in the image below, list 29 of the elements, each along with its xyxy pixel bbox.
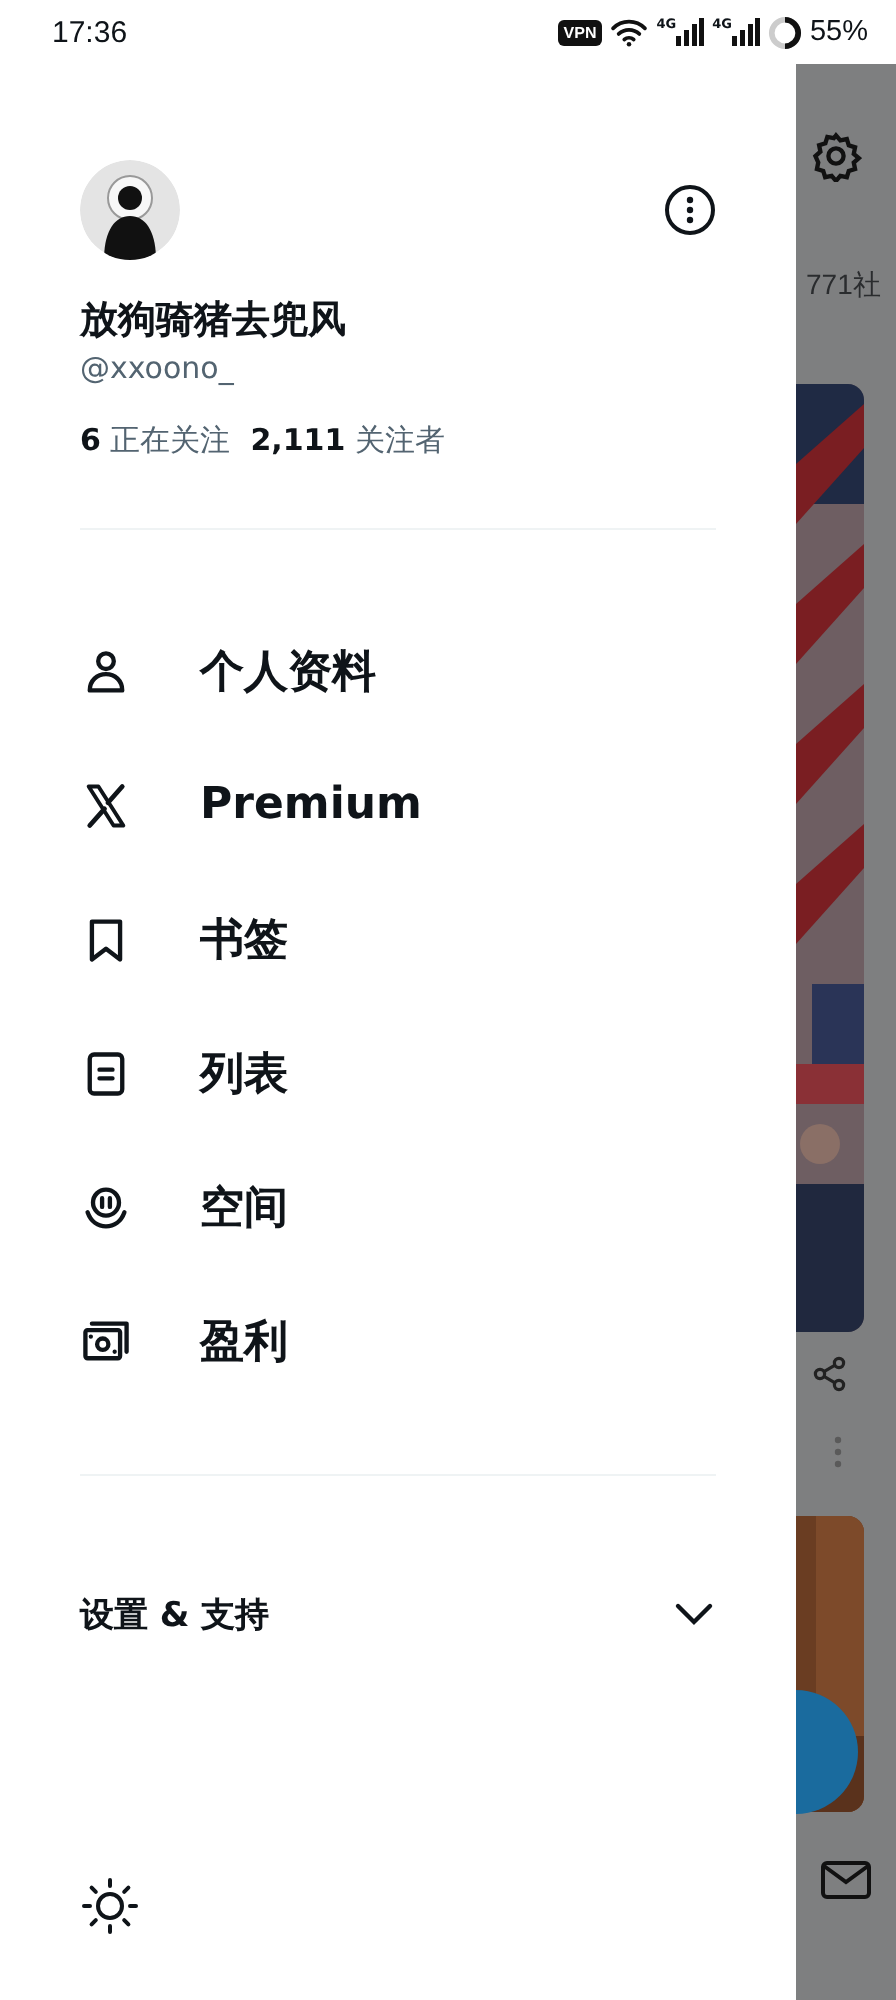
share-icon [812, 1356, 848, 1392]
clock-time: 17:36 [52, 15, 128, 49]
more-icon [834, 1436, 842, 1468]
settings-support-toggle[interactable]: 设置 & 支持 [80, 1591, 270, 1637]
settings-icon [810, 130, 862, 182]
followers-link[interactable]: 2,111 关注者 [250, 422, 445, 460]
battery-percent: 55% [809, 16, 868, 48]
chevron-down-icon[interactable] [672, 1600, 716, 1628]
menu-item[interactable]: 盈利 [200, 1311, 288, 1371]
battery-ring-icon [767, 15, 802, 49]
mail-icon [820, 1860, 872, 1900]
more-options-icon[interactable] [664, 184, 716, 236]
signal-icon [676, 18, 705, 46]
avatar[interactable] [80, 160, 180, 260]
vpn-indicator: VPN [557, 19, 603, 45]
compose-button [796, 1688, 860, 1816]
user-handle: @xxoono_ [80, 350, 236, 386]
display-name: 放狗骑猪去兜风 [80, 296, 348, 346]
menu-item[interactable]: 空间 [200, 1177, 288, 1237]
menu-item[interactable]: Premium [200, 780, 422, 830]
sun-icon[interactable] [80, 1876, 140, 1936]
menu-item[interactable]: 个人资料 [200, 641, 376, 701]
following-link[interactable]: 6 正在关注 [80, 422, 231, 460]
microphone-face-icon [80, 1181, 132, 1233]
menu-item[interactable]: 列表 [200, 1043, 288, 1103]
wifi-icon [610, 17, 649, 47]
header-text: 771社 [806, 268, 881, 304]
signal-icon [731, 18, 760, 46]
menu-item[interactable]: 书签 [200, 909, 288, 969]
